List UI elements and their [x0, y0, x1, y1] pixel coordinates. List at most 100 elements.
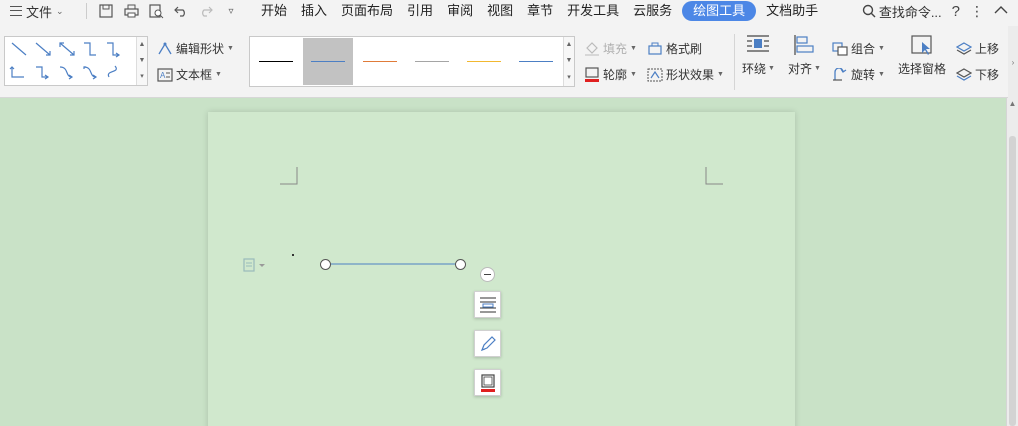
caret-down-icon: ▼: [878, 71, 885, 78]
align-button[interactable]: 对齐 ▼: [788, 34, 821, 77]
caret-down-icon: ▼: [630, 45, 637, 52]
caret-down-icon: ▼: [215, 71, 222, 78]
tab-home[interactable]: 开始: [254, 1, 294, 21]
line-style-item[interactable]: [459, 38, 509, 85]
rotate-icon: [833, 67, 847, 81]
undo-icon[interactable]: [172, 2, 190, 20]
customize-toolbar-icon[interactable]: ▿: [222, 2, 240, 20]
line-style-swatch: [467, 61, 501, 62]
text-box-label: 文本框: [176, 68, 213, 82]
search-command-label: 查找命令...: [878, 4, 942, 20]
scrollbar-thumb[interactable]: [1009, 136, 1016, 426]
rotate-button[interactable]: 旋转 ▼: [832, 66, 885, 83]
tab-section[interactable]: 章节: [520, 1, 560, 21]
collapse-ribbon-button[interactable]: [994, 4, 1008, 18]
text-box-button[interactable]: A 文本框 ▼: [157, 66, 222, 83]
format-painter-button[interactable]: 格式刷: [647, 40, 702, 57]
line-style-swatch: [259, 61, 293, 62]
drawing-tools-ribbon: ▲▼▾ 编辑形状 ▼ A 文本框 ▼ ▲▼▾ 填充 ▼ 格式刷 轮廓 ▼: [0, 26, 1018, 98]
send-backward-button[interactable]: 下移: [956, 66, 999, 83]
shape-gallery-scroll[interactable]: ▲ ▼ ▾: [136, 37, 147, 85]
text-cursor: [292, 254, 294, 256]
selection-pane-button[interactable]: 选择窗格: [898, 34, 946, 77]
selection-pane-label: 选择窗格: [898, 62, 947, 76]
paste-options-icon[interactable]: [243, 258, 267, 272]
save-icon[interactable]: [97, 2, 115, 20]
line-shape-gallery[interactable]: ▲ ▼ ▾: [4, 36, 148, 86]
fill-label: 填充: [603, 42, 628, 56]
layout-options-icon: [479, 296, 496, 313]
shape-effect-label: 形状效果: [666, 68, 715, 82]
vertical-scrollbar[interactable]: ▲: [1006, 98, 1018, 426]
align-label: 对齐: [788, 62, 813, 76]
outline-button[interactable]: 轮廓 ▼: [584, 66, 637, 83]
selected-line-shape[interactable]: [320, 258, 470, 270]
menu-right-controls: 查找命令... ? ⋮: [862, 0, 1018, 22]
rotate-label: 旋转: [851, 68, 876, 82]
group-button[interactable]: 组合 ▼: [832, 40, 885, 57]
outline-icon: [480, 373, 495, 392]
scroll-up-icon[interactable]: ▲: [1007, 98, 1018, 110]
redo-icon[interactable]: [197, 2, 215, 20]
search-command-button[interactable]: 查找命令...: [862, 2, 942, 21]
tab-developer[interactable]: 开发工具: [560, 1, 626, 21]
help-button[interactable]: ?: [952, 3, 960, 20]
ribbon-tabs: 开始 插入 页面布局 引用 审阅 视图 章节 开发工具 云服务 绘图工具 文档助…: [254, 1, 825, 21]
fill-button[interactable]: 填充 ▼: [584, 40, 637, 57]
collapse-toolbar-button[interactable]: [480, 267, 495, 282]
selection-pane-icon: [911, 35, 932, 55]
wrap-text-icon: [747, 35, 770, 52]
line-style-item[interactable]: [251, 38, 301, 85]
line-style-swatch: [415, 61, 449, 62]
search-icon: [862, 4, 876, 18]
line-style-item[interactable]: [303, 38, 353, 85]
shape-effect-button[interactable]: 形状效果 ▼: [647, 66, 724, 83]
caret-down-icon: ▼: [878, 45, 885, 52]
more-button[interactable]: ⋮: [970, 3, 984, 20]
caret-down-icon: ▼: [227, 45, 234, 52]
float-layout-options-button[interactable]: [474, 291, 501, 318]
shape-effect-icon: [647, 68, 663, 81]
align-icon: [794, 35, 815, 55]
print-icon[interactable]: [122, 2, 140, 20]
line-end-handle[interactable]: [455, 259, 466, 270]
line-style-gallery[interactable]: ▲ ▼ ▾: [249, 36, 575, 87]
tab-cloud[interactable]: 云服务: [626, 1, 679, 21]
line-style-item[interactable]: [511, 38, 561, 85]
line-start-handle[interactable]: [320, 259, 331, 270]
ribbon-divider: [734, 34, 735, 90]
chevron-down-icon: ⌄: [56, 5, 64, 16]
bring-forward-icon: [956, 41, 972, 55]
line-style-item[interactable]: [355, 38, 405, 85]
line-style-swatch: [519, 61, 553, 62]
edit-shape-icon: [158, 42, 172, 54]
document-page[interactable]: [208, 112, 795, 426]
tab-insert[interactable]: 插入: [294, 1, 334, 21]
tab-view[interactable]: 视图: [480, 1, 520, 21]
caret-down-icon: ▼: [768, 65, 775, 72]
group-icon: [832, 41, 848, 56]
bring-forward-button[interactable]: 上移: [956, 40, 999, 57]
margin-corner-top-right: [705, 167, 723, 185]
wrap-text-button[interactable]: 环绕 ▼: [742, 34, 775, 77]
quick-access-toolbar: ▿: [91, 2, 246, 20]
document-area: [0, 98, 1006, 426]
float-outline-button[interactable]: [474, 369, 501, 396]
tab-drawing-tools[interactable]: 绘图工具: [682, 1, 757, 21]
float-fill-style-button[interactable]: [474, 330, 501, 357]
format-painter-label: 格式刷: [666, 42, 703, 56]
tab-review[interactable]: 审阅: [440, 1, 480, 21]
tab-doc-assistant[interactable]: 文档助手: [759, 1, 825, 21]
fill-bucket-icon: [585, 41, 599, 55]
tab-page-layout[interactable]: 页面布局: [334, 1, 400, 21]
tab-references[interactable]: 引用: [400, 1, 440, 21]
print-preview-icon[interactable]: [147, 2, 165, 20]
svg-text:A: A: [160, 71, 166, 80]
line-style-swatch: [311, 61, 345, 62]
line-style-item[interactable]: [407, 38, 457, 85]
edit-shape-button[interactable]: 编辑形状 ▼: [157, 40, 234, 57]
ribbon-scroll-right-icon[interactable]: ›: [1008, 26, 1018, 98]
margin-corner-top-left: [280, 167, 298, 185]
file-menu-button[interactable]: 文件 ⌄: [0, 0, 82, 22]
style-gallery-scroll[interactable]: ▲ ▼ ▾: [563, 37, 574, 86]
